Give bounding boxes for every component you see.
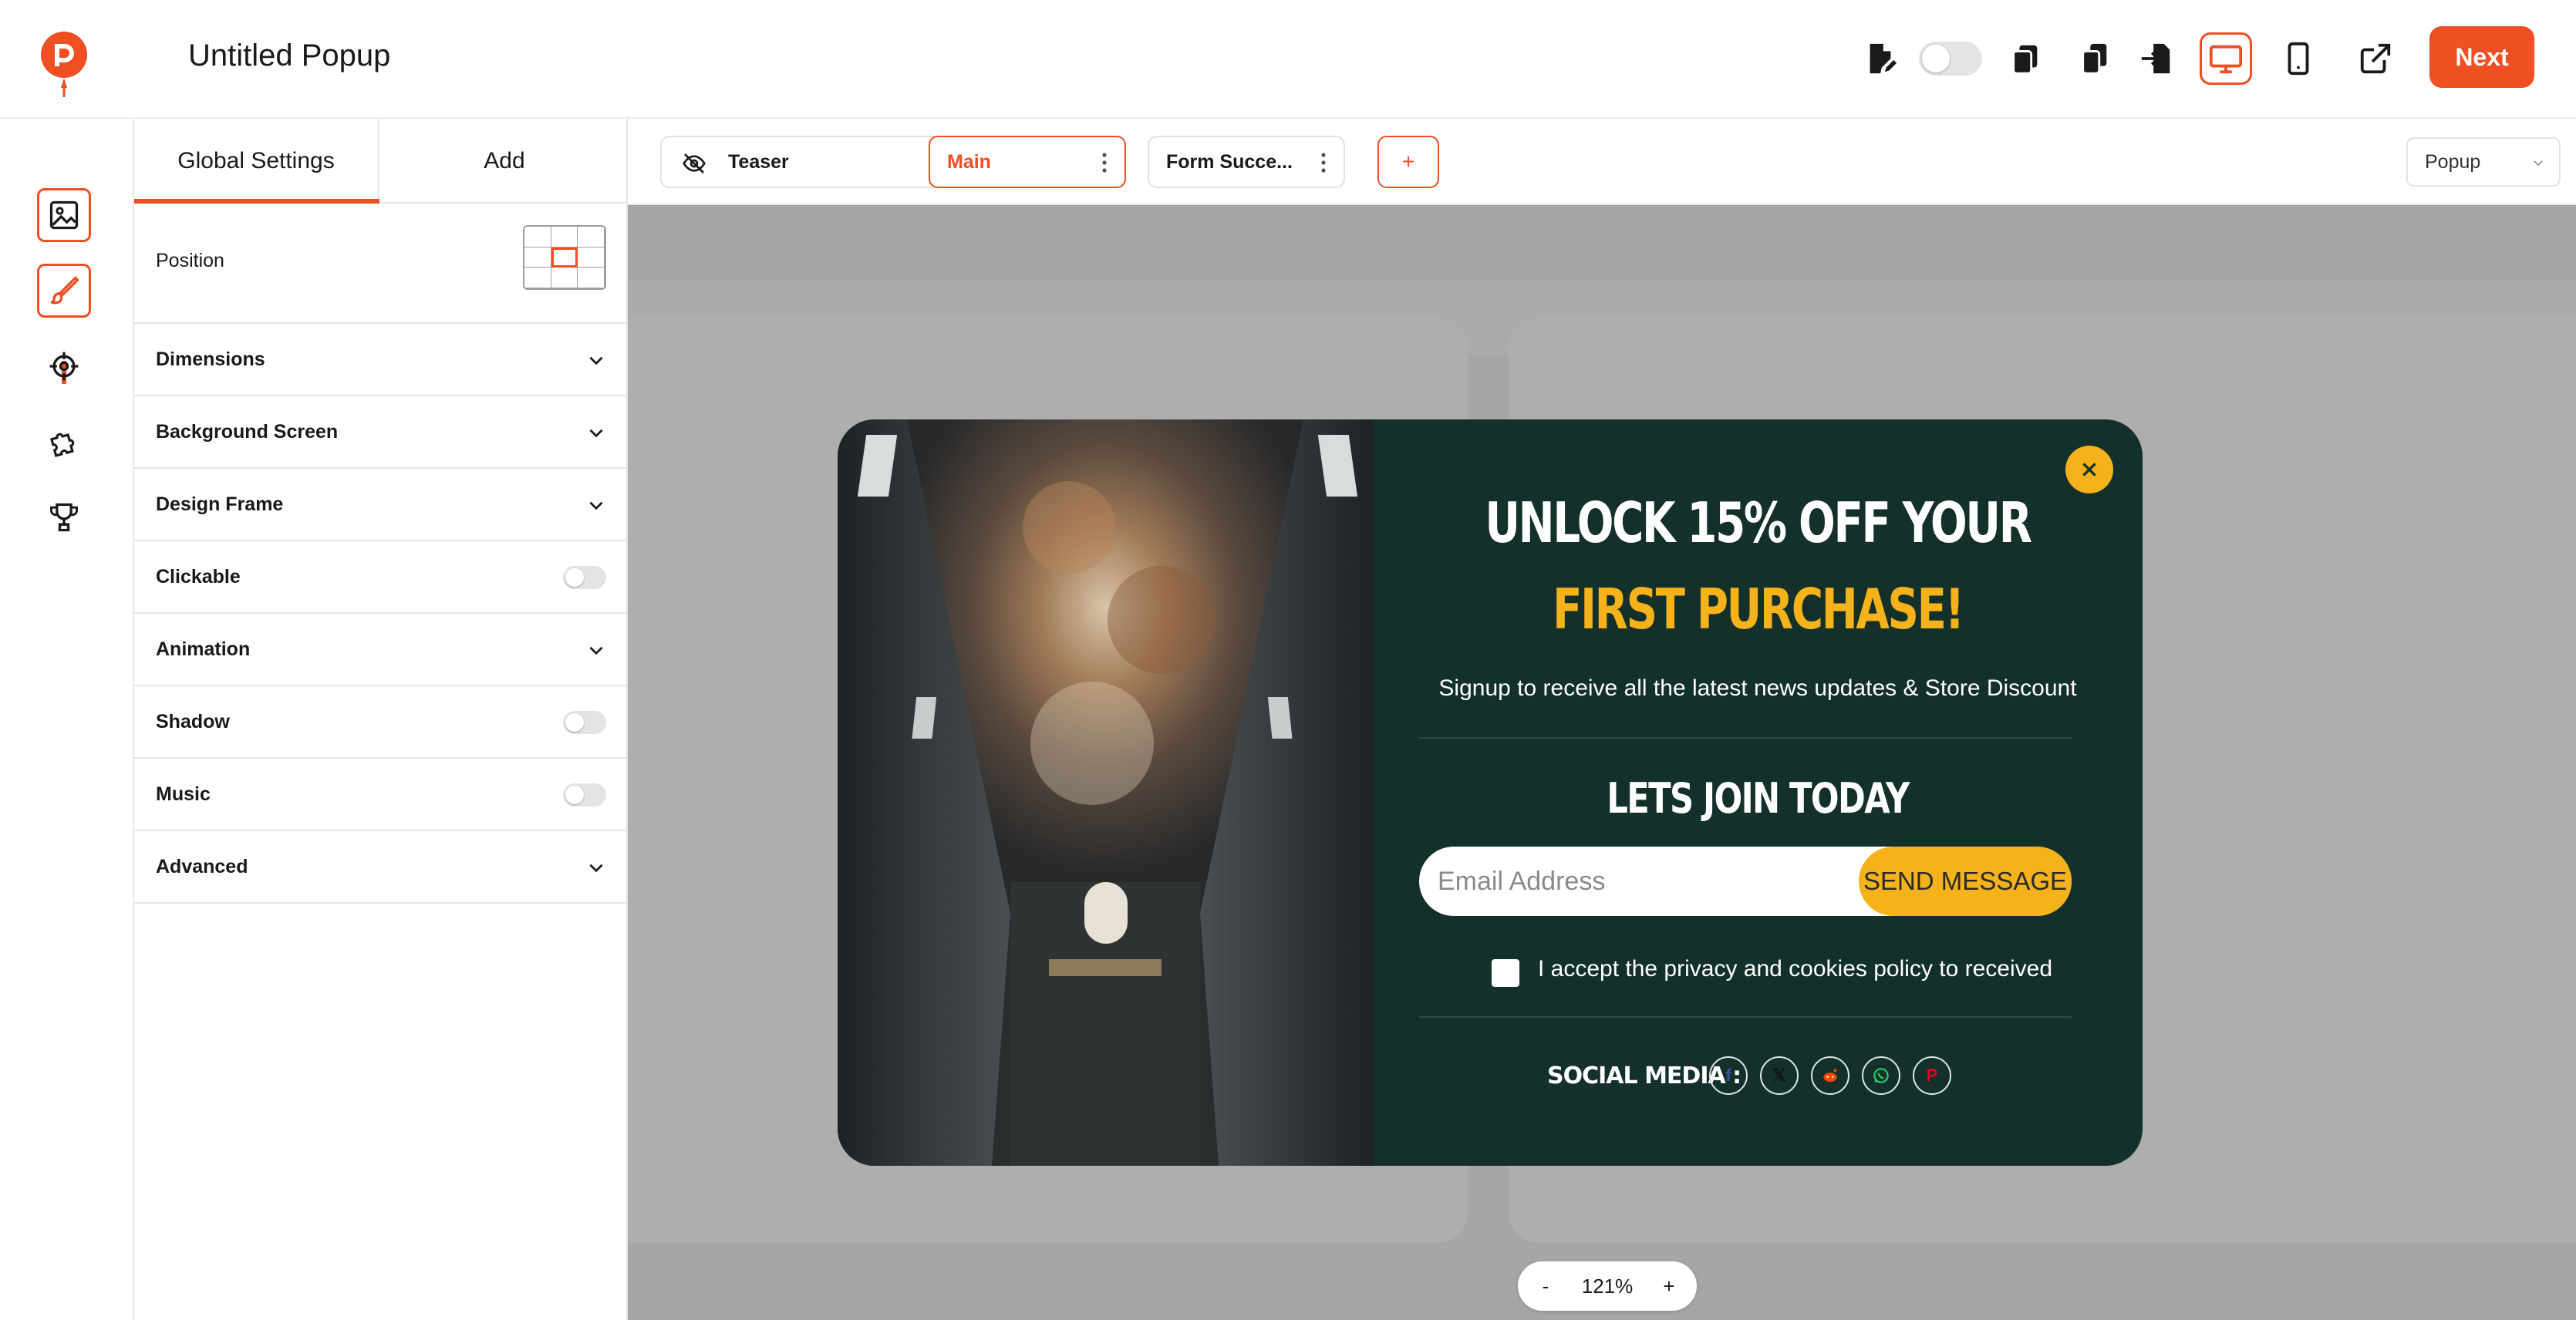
preview-toggle[interactable] [1919,42,1982,76]
editor-area: Teaser Main Form Succe... + Popup UNLOCK… [628,119,2576,1320]
chevron-down-icon [589,864,603,873]
top-bar: Untitled Popup Next [0,0,2576,119]
position-label: Position [156,250,224,271]
target-icon[interactable] [37,339,91,393]
facebook-icon[interactable]: f [1709,1056,1748,1095]
chevron-down-icon [2534,160,2543,167]
zoom-level: 121% [1581,1274,1634,1298]
zoom-control: - 121% + [1518,1261,1697,1311]
desktop-view-icon[interactable] [2200,32,2252,85]
step-label: Teaser [728,150,789,173]
background-screen-label: Background Screen [156,421,339,443]
duplicate-icon[interactable] [2069,32,2121,85]
music-row: Music [134,759,628,831]
image-tool-icon[interactable] [37,188,91,242]
edit-file-icon[interactable] [1854,32,1907,85]
clickable-label: Clickable [156,566,241,588]
advanced-label: Advanced [156,856,248,877]
music-label: Music [156,783,211,805]
background-screen-row[interactable]: Background Screen [134,396,628,469]
trophy-icon[interactable] [37,490,91,544]
consent-checkbox[interactable] [1492,959,1519,987]
eye-off-icon [683,153,706,173]
email-form: SEND MESSAGE [1419,847,2072,916]
popup-type-value: Popup [2425,150,2481,173]
shadow-row: Shadow [134,686,628,759]
design-frame-label: Design Frame [156,493,284,515]
step-label: Form Succe... [1166,150,1293,173]
panel-tabs: Global Settings Add [134,119,628,204]
dimensions-label: Dimensions [156,349,265,370]
design-frame-row[interactable]: Design Frame [134,469,628,541]
consent-text: I accept the privacy and cookies policy … [1538,956,2053,982]
cathedral-ceiling-image [838,419,1373,1166]
chevron-down-icon [589,429,603,438]
zoom-out-button[interactable]: - [1530,1261,1561,1311]
clickable-row: Clickable [134,541,628,614]
pinterest-icon[interactable]: P [1913,1056,1951,1095]
step-form-success[interactable]: Form Succe... [1148,136,1345,188]
position-row: Position [134,204,628,324]
preview-canvas: UNLOCK 15% OFF YOUR FIRST PURCHASE! Sign… [628,205,2576,1320]
animation-label: Animation [156,638,251,660]
animation-row[interactable]: Animation [134,614,628,686]
step-label: Main [947,150,991,173]
shadow-toggle[interactable] [563,711,606,734]
step-main[interactable]: Main [929,136,1126,188]
tab-global-settings[interactable]: Global Settings [134,119,379,204]
popup-headline-line-1: UNLOCK 15% OFF YOUR [1485,490,2032,555]
close-icon [2082,463,2096,476]
email-field[interactable] [1438,847,1839,916]
external-link-icon[interactable] [2349,32,2402,85]
send-message-button[interactable]: SEND MESSAGE [1859,847,2072,916]
x-icon[interactable]: 𝕏 [1760,1056,1799,1095]
shadow-label: Shadow [156,711,230,732]
add-step-button[interactable]: + [1377,136,1439,188]
divider [1419,737,2072,739]
left-icon-rail [0,119,134,1320]
tab-add[interactable]: Add [381,119,628,204]
popup-type-select[interactable]: Popup [2406,137,2561,187]
popup-preview[interactable]: UNLOCK 15% OFF YOUR FIRST PURCHASE! Sign… [838,419,2143,1166]
chevron-down-icon [589,501,603,510]
popup-headline-line-2: FIRST PURCHASE! [1553,577,1964,641]
app-logo-icon[interactable] [40,31,88,97]
puzzle-icon[interactable] [37,415,91,469]
more-options-icon[interactable] [1101,151,1108,174]
popup-title[interactable]: Untitled Popup [188,34,390,77]
step-teaser[interactable]: Teaser [660,136,953,188]
clickable-toggle[interactable] [563,566,606,589]
popup-subtitle: Signup to receive all the latest news up… [1438,675,2077,701]
more-options-icon[interactable] [1320,151,1327,174]
zoom-in-button[interactable]: + [1654,1261,1684,1311]
reddit-icon[interactable] [1811,1056,1849,1095]
position-grid-selector[interactable] [523,225,606,290]
next-button[interactable]: Next [2429,26,2534,88]
chevron-down-icon [589,646,603,655]
popup-join-title: LETS JOIN TODAY [1607,774,1910,823]
divider [1419,1016,2072,1018]
dimensions-row[interactable]: Dimensions [134,324,628,396]
whatsapp-icon[interactable] [1862,1056,1900,1095]
import-icon[interactable] [2130,32,2183,85]
advanced-row[interactable]: Advanced [134,831,628,904]
close-popup-button[interactable] [2065,446,2113,493]
step-bar: Teaser Main Form Succe... + Popup [628,119,2576,205]
music-toggle[interactable] [563,783,606,806]
mobile-view-icon[interactable] [2272,32,2325,85]
settings-panel: Global Settings Add Position Dimensions … [134,119,628,1320]
chevron-down-icon [589,356,603,365]
copy-icon[interactable] [1999,32,2052,85]
brush-tool-icon[interactable] [37,264,91,318]
